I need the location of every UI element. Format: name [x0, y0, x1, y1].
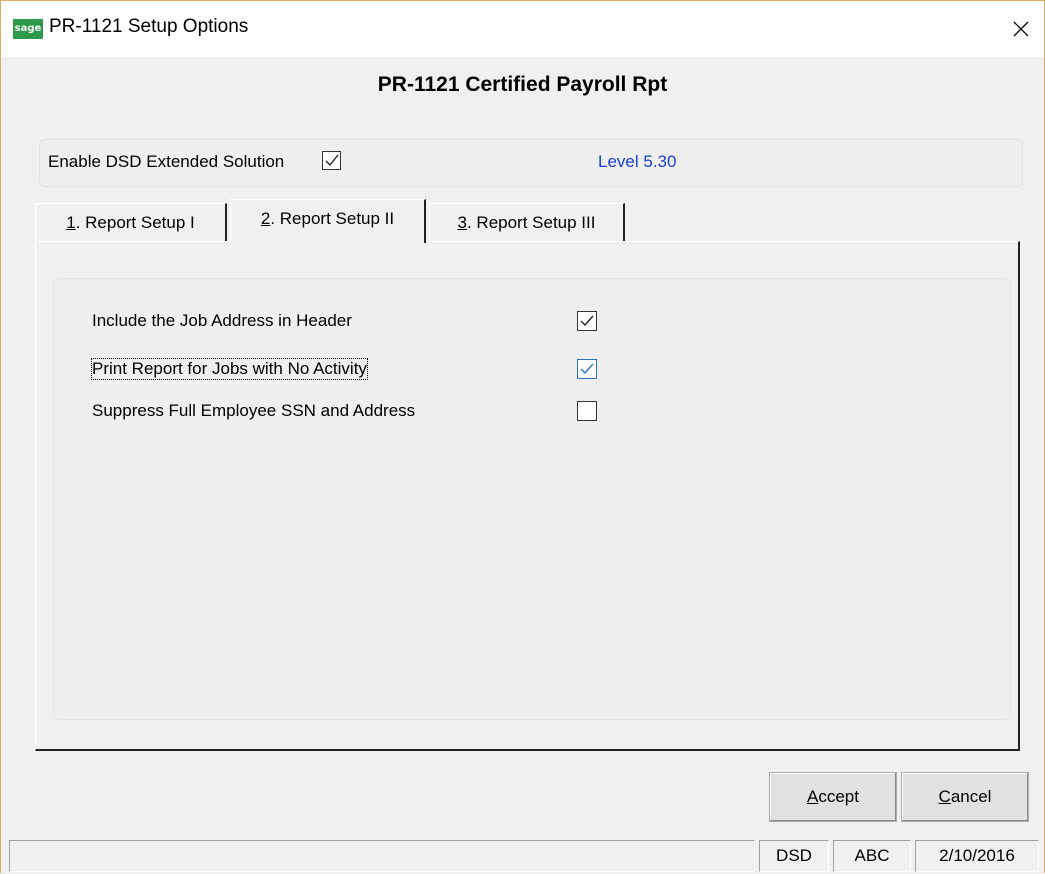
- sage-logo-icon: sage: [13, 19, 43, 39]
- level-text: Level 5.30: [598, 152, 677, 171]
- accept-hotkey: A: [807, 787, 819, 806]
- enable-extended-label: Enable DSD Extended Solution: [48, 152, 285, 171]
- status-message: [9, 840, 755, 872]
- tab-1-label: . Report Setup I: [75, 213, 195, 232]
- tab-3-label: . Report Setup III: [466, 213, 596, 232]
- accept-button[interactable]: Accept: [769, 772, 897, 822]
- cancel-label: ancel: [950, 787, 992, 806]
- cancel-hotkey: C: [938, 787, 951, 806]
- window-title: PR-1121 Setup Options: [49, 16, 249, 37]
- tab-report-setup-3[interactable]: 3. Report Setup III: [429, 203, 625, 241]
- tab-1-hotkey: 1: [66, 213, 76, 232]
- job-address-checkbox[interactable]: [577, 311, 597, 331]
- tab-report-setup-1[interactable]: 1. Report Setup I: [35, 203, 227, 241]
- close-icon: [1013, 21, 1029, 37]
- tab-3-hotkey: 3: [457, 213, 467, 232]
- setup-options-window: sage PR-1121 Setup Options PR-1121 Certi…: [0, 0, 1045, 874]
- tab-report-setup-2[interactable]: 2. Report Setup II: [230, 199, 426, 243]
- option-label-no-activity: Print Report for Jobs with No Activity: [91, 358, 368, 380]
- status-date: 2/10/2016: [915, 840, 1039, 872]
- enable-extended-checkbox[interactable]: [322, 151, 341, 170]
- options-group: Include the Job Address in Header Print …: [53, 278, 1011, 720]
- suppress-ssn-checkbox[interactable]: [577, 401, 597, 421]
- tab-2-label: . Report Setup II: [270, 209, 395, 228]
- close-button[interactable]: [998, 1, 1044, 57]
- status-company-code: DSD: [759, 840, 829, 872]
- no-activity-checkbox[interactable]: [577, 359, 597, 379]
- checkmark-icon: [580, 315, 594, 327]
- option-label-suppress-ssn: Suppress Full Employee SSN and Address: [92, 401, 416, 420]
- title-bar: sage PR-1121 Setup Options: [1, 1, 1044, 57]
- tab-panel: Include the Job Address in Header Print …: [35, 241, 1020, 751]
- form-title: PR-1121 Certified Payroll Rpt: [377, 73, 668, 96]
- tab-2-hotkey: 2: [260, 209, 271, 228]
- accept-label: ccept: [818, 787, 859, 806]
- status-bar: DSD ABC 2/10/2016: [1, 834, 1044, 874]
- checkmark-icon: [580, 363, 594, 375]
- checkmark-icon: [325, 154, 339, 167]
- cancel-button[interactable]: Cancel: [901, 772, 1029, 822]
- option-label-job-address: Include the Job Address in Header: [92, 311, 352, 330]
- extended-solution-box: Enable DSD Extended Solution Level 5.30: [39, 139, 1023, 187]
- status-company: ABC: [833, 840, 911, 872]
